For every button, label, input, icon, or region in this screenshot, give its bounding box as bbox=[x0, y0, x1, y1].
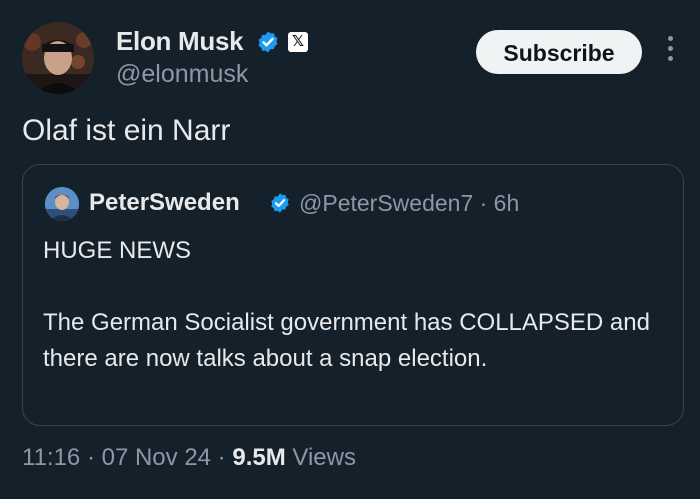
meta-separator: · bbox=[211, 444, 233, 471]
verified-check-icon bbox=[258, 31, 278, 53]
author-handle[interactable]: @elonmusk bbox=[116, 60, 248, 89]
x-affiliate-badge-icon: 𝕏 bbox=[288, 32, 308, 52]
views-count: 9.5M bbox=[232, 444, 286, 471]
quoted-display-name[interactable]: PeterSweden bbox=[89, 189, 240, 217]
verified-check-icon bbox=[271, 193, 289, 213]
quoted-handle-and-time[interactable]: @PeterSweden7 · 6h bbox=[299, 190, 519, 217]
meta-separator: · bbox=[80, 444, 102, 471]
tweet-date[interactable]: 07 Nov 24 bbox=[102, 444, 211, 471]
author-avatar[interactable] bbox=[22, 22, 94, 94]
author-display-name[interactable]: Elon Musk bbox=[116, 26, 244, 57]
tweet-text: Olaf ist ein Narr bbox=[22, 114, 231, 147]
more-vertical-icon[interactable] bbox=[660, 36, 680, 68]
quoted-author-avatar[interactable] bbox=[45, 187, 79, 221]
subscribe-button[interactable]: Subscribe bbox=[476, 30, 642, 74]
quoted-text-line: HUGE NEWS bbox=[43, 237, 192, 264]
quoted-tweet[interactable]: PeterSweden @PeterSweden7 · 6h HUGE NEWS… bbox=[22, 164, 684, 426]
tweet-meta: 11:16 · 07 Nov 24 · 9.5M Views bbox=[22, 444, 356, 472]
tweet-card: Elon Musk 𝕏 @elonmusk Subscribe Olaf ist… bbox=[0, 0, 700, 499]
quoted-tweet-body: HUGE NEWS The German Socialist governmen… bbox=[43, 233, 673, 377]
views-label: Views bbox=[285, 444, 356, 471]
tweet-time[interactable]: 11:16 bbox=[22, 444, 80, 471]
quoted-text-paragraph: The German Socialist government has COLL… bbox=[43, 309, 650, 372]
